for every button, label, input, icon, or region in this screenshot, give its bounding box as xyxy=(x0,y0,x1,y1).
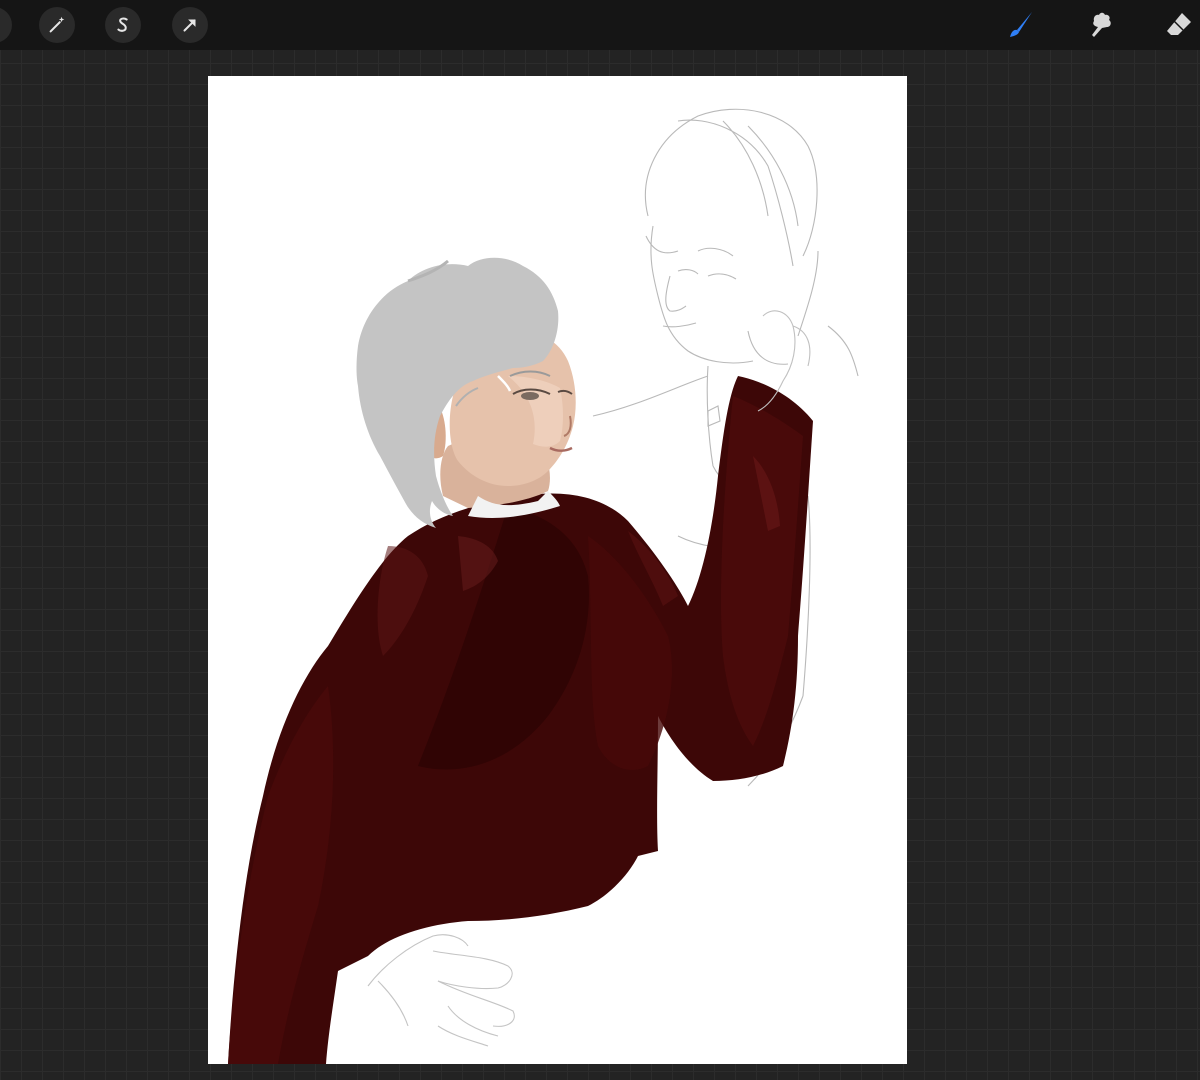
eraser-icon[interactable] xyxy=(1160,6,1198,44)
actions-wrench-icon[interactable] xyxy=(0,7,12,43)
brush-icon[interactable] xyxy=(1002,6,1040,44)
top-toolbar xyxy=(0,0,1200,50)
smudge-icon[interactable] xyxy=(1082,6,1120,44)
artwork-illustration xyxy=(228,108,859,1064)
selection-s-icon[interactable] xyxy=(105,7,141,43)
drawing-canvas[interactable] xyxy=(208,76,907,1064)
transform-arrow-icon[interactable] xyxy=(172,7,208,43)
hand-sketch xyxy=(367,934,515,1047)
adjustments-magic-wand-icon[interactable] xyxy=(39,7,75,43)
